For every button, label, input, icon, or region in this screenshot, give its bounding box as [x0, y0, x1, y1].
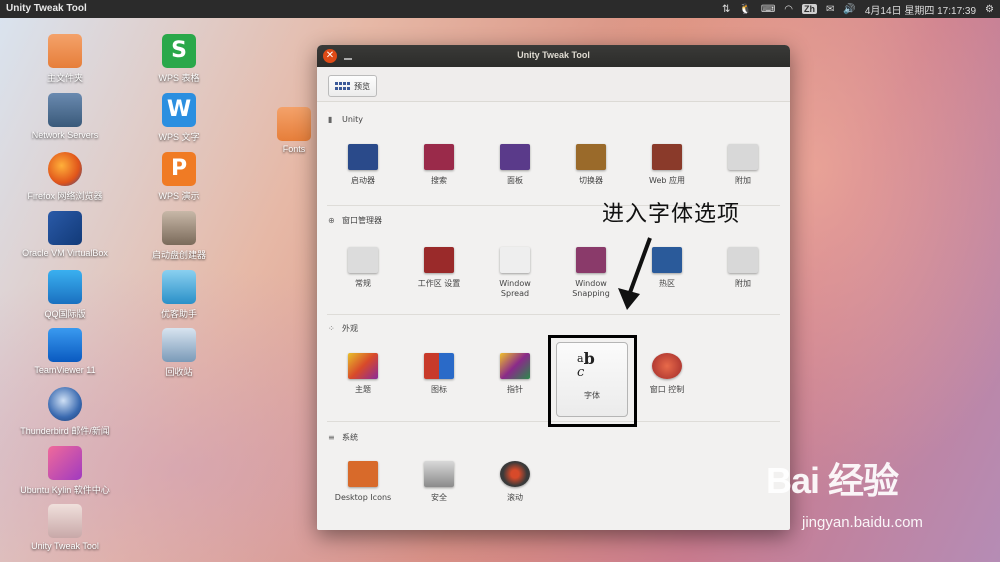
item-switcher[interactable]: 切换器 [561, 144, 621, 186]
section-header-unity: ▮ Unity [328, 114, 364, 124]
firefox-icon [48, 152, 82, 186]
item-workspace-settings[interactable]: 工作区 设置 [409, 247, 469, 289]
item-theme[interactable]: 主题 [333, 353, 393, 395]
section-header-appearance: ⁘ 外观 [328, 323, 358, 333]
desktop-icon-home[interactable]: 主文件夹 [20, 34, 110, 84]
desktop-icon-qq[interactable]: QQ国际版 [20, 270, 110, 320]
watermark-brand: Bai 经验 [766, 460, 899, 501]
cursor-icon [500, 353, 530, 379]
network-icon [48, 93, 82, 127]
desktop-icon-unity-tweak[interactable]: Unity Tweak Tool [20, 504, 110, 551]
divider [327, 314, 780, 315]
appearance-section-icon: ⁘ [328, 323, 335, 333]
window-spread-icon [500, 247, 530, 273]
system-section-icon: ≡ [328, 432, 335, 442]
scrolling-icon [500, 461, 530, 487]
launcher-icon [348, 144, 378, 170]
section-header-window-manager: ⊕ 窗口管理器 [328, 215, 382, 225]
switcher-icon [576, 144, 606, 170]
grid-icon [335, 81, 350, 91]
folder-icon [48, 34, 82, 68]
additional-icon [728, 144, 758, 170]
watermark-url: jingyan.baidu.com [802, 514, 923, 531]
additional-icon [728, 247, 758, 273]
active-app-title: Unity Tweak Tool [6, 3, 87, 14]
item-desktop-icons[interactable]: Desktop Icons [333, 461, 393, 503]
desktop-icon-youker[interactable]: 优客助手 [134, 270, 224, 320]
annotation-arrow-icon [618, 237, 652, 310]
overview-button[interactable]: 预览 [328, 75, 377, 97]
baidu-watermark: Bai 经验 jingyan.baidu.com [766, 452, 923, 531]
unity-section-icon: ▮ [328, 114, 333, 124]
network-share-icon[interactable]: ⇅ [722, 4, 730, 15]
desktop-icon-software-center[interactable]: Ubuntu Kylin 软件中心 [20, 446, 110, 496]
input-method-indicator[interactable]: Zh [802, 4, 818, 14]
software-center-icon [48, 446, 82, 480]
desktop-icon-wps-writer[interactable]: W WPS 文字 [134, 93, 224, 143]
web-apps-icon [652, 144, 682, 170]
window-title: Unity Tweak Tool [517, 50, 590, 60]
highlight-box [548, 335, 637, 427]
volume-icon[interactable]: 🔊 [843, 4, 855, 15]
security-icon [424, 461, 454, 487]
settings-gear-icon[interactable]: ⚙ [985, 4, 994, 15]
wps-writer-icon: W [162, 93, 196, 127]
window-titlebar[interactable]: ✕ Unity Tweak Tool [317, 45, 790, 67]
item-unity-additional[interactable]: 附加 [713, 144, 773, 186]
general-icon [348, 247, 378, 273]
qq-icon [48, 270, 82, 304]
virtualbox-icon [48, 211, 82, 245]
desktop-icon-trash[interactable]: 回收站 [134, 328, 224, 378]
window-controls-icon [652, 353, 682, 379]
wifi-icon[interactable]: ◠ [784, 4, 793, 15]
window-manager-section-icon: ⊕ [328, 215, 335, 225]
trash-icon [162, 328, 196, 362]
icons-icon [424, 353, 454, 379]
unity-tweak-tool-window: ✕ Unity Tweak Tool 预览 ▮ Unity 启动器 搜索 面板 … [317, 45, 790, 530]
panel-icon [500, 144, 530, 170]
qq-tray-icon[interactable]: 🐧 [739, 4, 751, 15]
desktop-icon-virtualbox[interactable]: Oracle VM VirtualBox [20, 211, 110, 258]
unity-tweak-icon [48, 504, 82, 538]
mail-icon[interactable]: ✉ [826, 4, 834, 15]
item-search[interactable]: 搜索 [409, 144, 469, 186]
desktop-icon-network[interactable]: Network Servers [20, 93, 110, 140]
search-icon [424, 144, 454, 170]
top-panel: Unity Tweak Tool ⇅ 🐧 ⌨ ◠ Zh ✉ 🔊 4月14日 星期… [0, 0, 1000, 18]
item-wm-additional[interactable]: 附加 [713, 247, 773, 289]
desktop-icon-startup-disk[interactable]: 启动盘创建器 [134, 211, 224, 261]
item-launcher[interactable]: 启动器 [333, 144, 393, 186]
desktop-icon-thunderbird[interactable]: Thunderbird 邮件/新闻 [20, 387, 110, 437]
item-panel[interactable]: 面板 [485, 144, 545, 186]
item-icons[interactable]: 图标 [409, 353, 469, 395]
item-cursor[interactable]: 指针 [485, 353, 545, 395]
desktop-icon-firefox[interactable]: Firefox 网络浏览器 [20, 152, 110, 202]
youker-assistant-icon [162, 270, 196, 304]
item-security[interactable]: 安全 [409, 461, 469, 503]
desktop-icon-wps-presentation[interactable]: P WPS 演示 [134, 152, 224, 202]
section-header-system: ≡ 系统 [328, 432, 358, 442]
window-toolbar: 预览 [317, 67, 790, 102]
startup-disk-icon [162, 211, 196, 245]
keyboard-icon[interactable]: ⌨ [761, 4, 775, 15]
system-tray: ⇅ 🐧 ⌨ ◠ Zh ✉ 🔊 4月14日 星期四 17:17:39 ⚙ [722, 0, 994, 18]
desktop-icon-wps-spreadsheet[interactable]: S WPS 表格 [134, 34, 224, 84]
clock[interactable]: 4月14日 星期四 17:17:39 [865, 2, 976, 17]
thunderbird-icon [48, 387, 82, 421]
workspace-icon [424, 247, 454, 273]
desktop-icons-icon [348, 461, 378, 487]
theme-icon [348, 353, 378, 379]
item-web-apps[interactable]: Web 应用 [637, 144, 697, 186]
item-general[interactable]: 常规 [333, 247, 393, 289]
desktop-icon-teamviewer[interactable]: TeamViewer 11 [20, 328, 110, 375]
wps-presentation-icon: P [162, 152, 196, 186]
item-window-spread[interactable]: Window Spread [485, 247, 545, 299]
folder-icon [277, 107, 311, 141]
annotation-text: 进入字体选项 [602, 202, 741, 227]
item-window-controls[interactable]: 窗口 控制 [637, 353, 697, 395]
teamviewer-icon [48, 328, 82, 362]
item-scrolling[interactable]: 滚动 [485, 461, 545, 503]
wps-spreadsheet-icon: S [162, 34, 196, 68]
